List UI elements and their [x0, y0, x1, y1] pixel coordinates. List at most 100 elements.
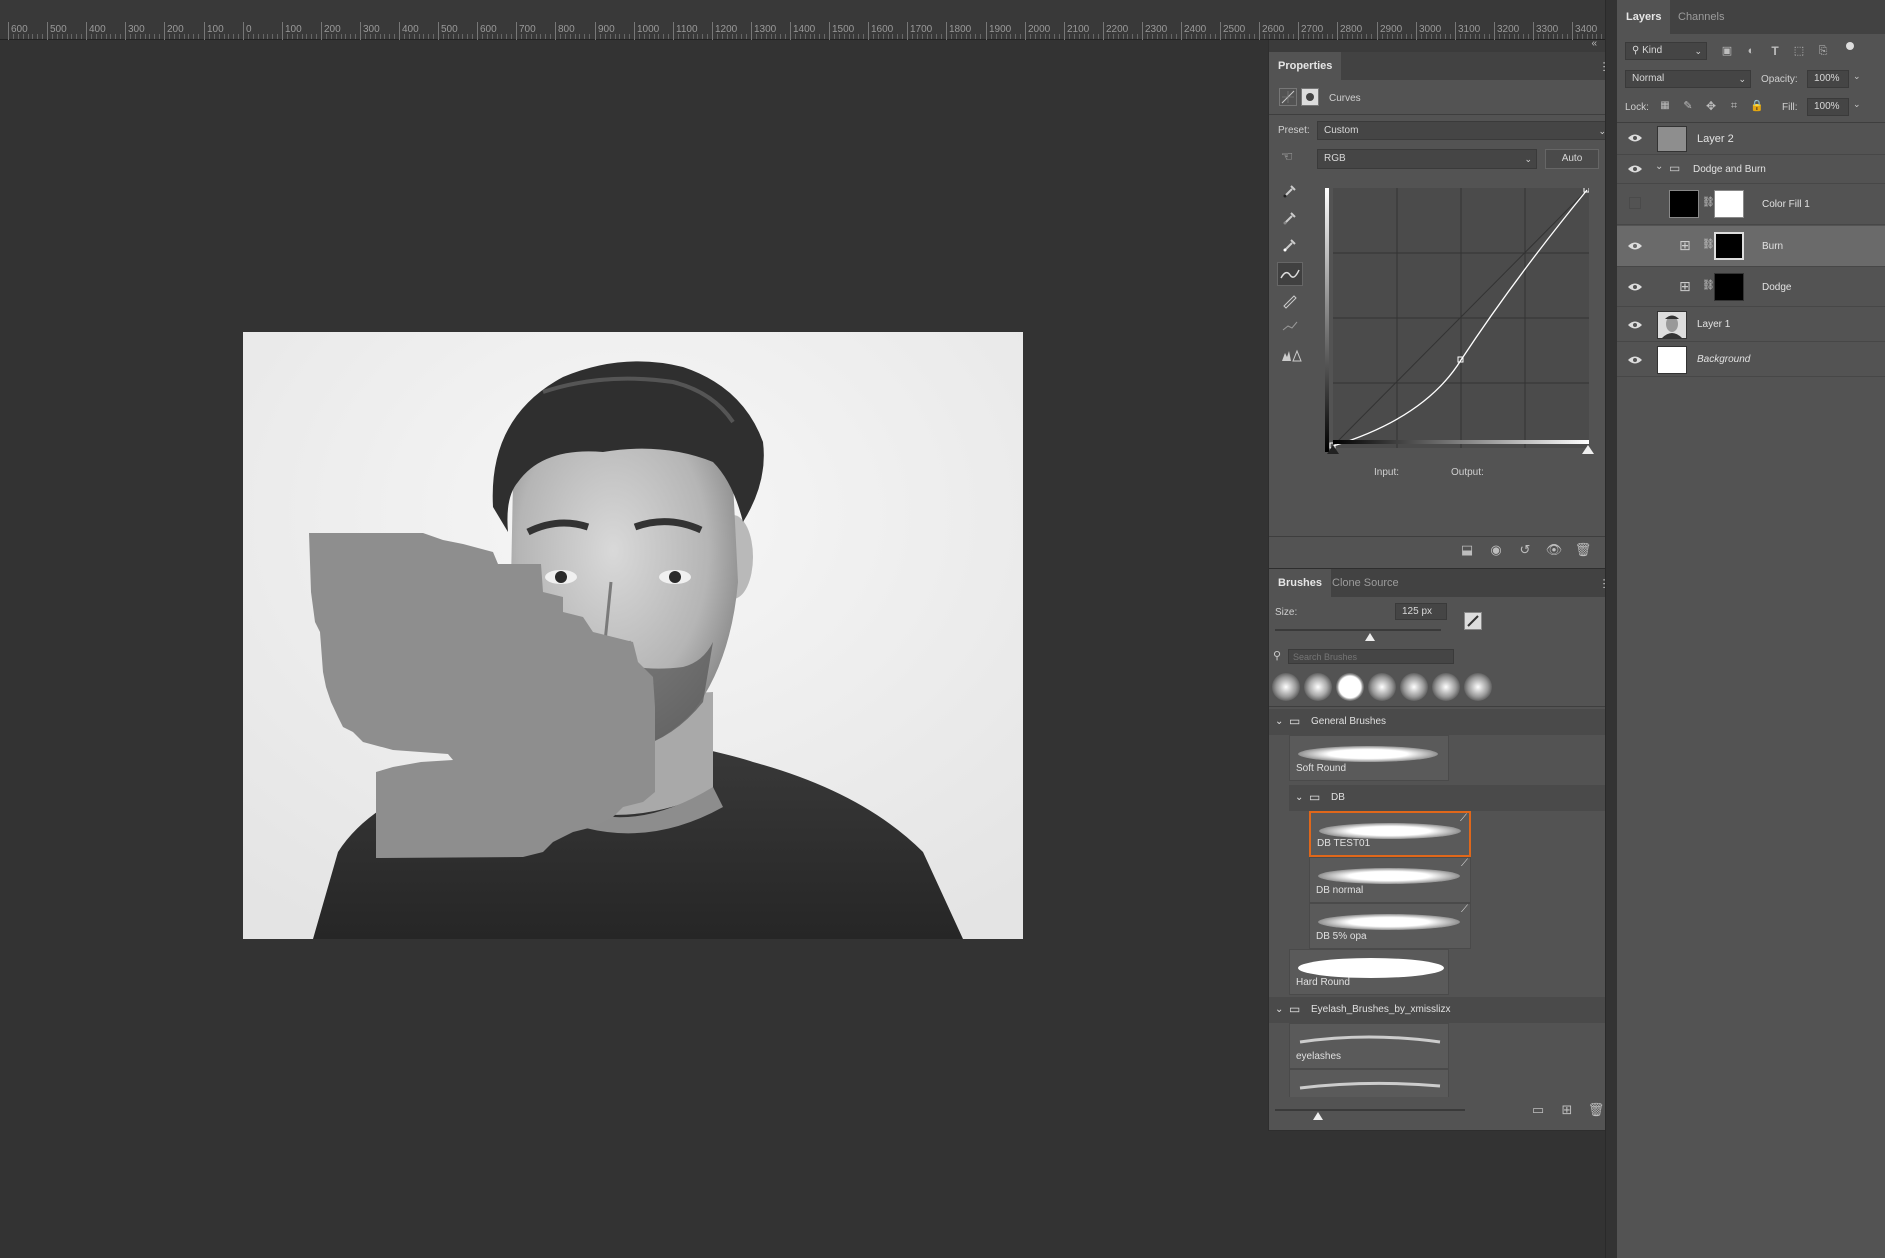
- recent-brush-tip[interactable]: [1336, 673, 1364, 701]
- reset-icon[interactable]: ↺: [1515, 540, 1535, 560]
- channel-dropdown[interactable]: RGB ⌄: [1317, 149, 1537, 169]
- brush-db-5-opa[interactable]: ⟋ DB 5% opa: [1309, 903, 1471, 949]
- eye-icon[interactable]: [1627, 132, 1643, 148]
- tab-brushes[interactable]: Brushes: [1269, 569, 1332, 597]
- eyedropper-white-icon[interactable]: [1280, 234, 1300, 254]
- fill-field[interactable]: 100%: [1807, 98, 1849, 116]
- link-icon[interactable]: ⛓: [1702, 280, 1715, 291]
- eye-icon[interactable]: [1627, 354, 1643, 370]
- chevron-down-icon[interactable]: ⌄: [1853, 71, 1861, 82]
- delete-icon[interactable]: 🗑: [1586, 1100, 1606, 1120]
- lock-position-icon[interactable]: ✥: [1701, 96, 1721, 116]
- horizontal-ruler[interactable]: 600 500 400 300 200 100 0 100 200 300 400 500 600 700…: [0, 0, 1617, 40]
- size-slider-track[interactable]: [1275, 629, 1441, 631]
- filter-pixel-icon[interactable]: ▣: [1717, 41, 1737, 61]
- brush-settings-icon[interactable]: [1464, 612, 1482, 630]
- ruler-minor-tick: [1322, 34, 1323, 39]
- brush-eyelashes[interactable]: eyelashes: [1289, 1023, 1449, 1069]
- preview-size-thumb[interactable]: [1313, 1112, 1323, 1120]
- filter-toggle-icon[interactable]: [1846, 42, 1854, 50]
- layer-row-background[interactable]: Background: [1617, 343, 1885, 377]
- size-field[interactable]: 125 px: [1395, 603, 1447, 620]
- delete-icon[interactable]: 🗑: [1573, 540, 1593, 560]
- eyedropper-black-icon[interactable]: [1280, 180, 1300, 200]
- brush-eyelash-2[interactable]: [1289, 1069, 1449, 1097]
- layer-row-dodge-and-burn[interactable]: ⌄ ▭ Dodge and Burn: [1617, 156, 1885, 184]
- preset-dropdown[interactable]: Custom ⌄: [1317, 121, 1611, 140]
- brush-group-eyelash[interactable]: ⌄ ▭ Eyelash_Brushes_by_xmisslizx: [1269, 997, 1605, 1023]
- eye-icon[interactable]: [1627, 240, 1643, 256]
- layer-row-layer-2[interactable]: Layer 2: [1617, 123, 1885, 155]
- tab-channels[interactable]: Channels: [1669, 0, 1733, 34]
- lock-artboard-icon[interactable]: ⌗: [1724, 96, 1744, 116]
- recent-brush-tip[interactable]: [1368, 673, 1396, 701]
- ruler-minor-tick: [996, 34, 997, 39]
- brush-db-test01[interactable]: ⟋ DB TEST01: [1309, 811, 1471, 857]
- preview-size-track[interactable]: [1275, 1109, 1465, 1111]
- white-point-slider[interactable]: [1582, 445, 1594, 454]
- collapse-icon[interactable]: «: [1591, 38, 1597, 49]
- lock-pixels-icon[interactable]: ✎: [1678, 96, 1698, 116]
- brush-list[interactable]: ⌄ ▭ General Brushes Soft Round ⌄ ▭ DB ⟋ …: [1269, 707, 1605, 1097]
- layer-row-dodge[interactable]: ⊞ ⛓ Dodge: [1617, 268, 1885, 307]
- filter-adjustment-icon[interactable]: ◐: [1741, 41, 1761, 61]
- ruler-minor-tick: [458, 34, 459, 39]
- filter-type-icon[interactable]: T: [1765, 41, 1785, 61]
- recent-brush-tip[interactable]: [1432, 673, 1460, 701]
- brush-hard-round[interactable]: Hard Round: [1289, 949, 1449, 995]
- curve-points-icon[interactable]: [1277, 262, 1303, 286]
- eyedropper-gray-icon[interactable]: [1280, 207, 1300, 227]
- clipping-warning-icon[interactable]: [1280, 345, 1302, 365]
- eye-icon[interactable]: [1627, 163, 1643, 179]
- opacity-field[interactable]: 100%: [1807, 70, 1849, 88]
- targeted-adjustment-icon[interactable]: ☜: [1277, 146, 1297, 166]
- tab-properties[interactable]: Properties: [1269, 52, 1342, 80]
- brush-soft-round[interactable]: Soft Round: [1289, 735, 1449, 781]
- size-slider-thumb[interactable]: [1364, 633, 1375, 641]
- ruler-minor-tick: [771, 34, 772, 39]
- visibility-icon[interactable]: 👁: [1544, 540, 1564, 560]
- link-icon[interactable]: ⛓: [1702, 239, 1715, 250]
- view-previous-state-icon[interactable]: ◉: [1486, 540, 1506, 560]
- smooth-curve-icon[interactable]: [1280, 316, 1300, 336]
- eye-icon[interactable]: [1627, 319, 1643, 335]
- lock-all-icon[interactable]: 🔒: [1747, 96, 1767, 116]
- document-canvas[interactable]: [243, 332, 1023, 939]
- folder-icon: ▭: [1309, 790, 1321, 804]
- tab-layers[interactable]: Layers: [1617, 0, 1671, 34]
- curves-graph[interactable]: [1325, 188, 1589, 453]
- filter-smart-object-icon[interactable]: ⎘: [1813, 41, 1833, 61]
- lock-transparent-icon[interactable]: ▦: [1655, 96, 1675, 116]
- adjustment-layer-icon[interactable]: [1279, 88, 1297, 106]
- new-group-icon[interactable]: ▭: [1528, 1100, 1548, 1120]
- brush-db-normal[interactable]: ⟋ DB normal: [1309, 857, 1471, 903]
- link-icon[interactable]: ⛓: [1702, 197, 1715, 208]
- mask-icon[interactable]: [1301, 88, 1319, 106]
- ruler-minor-tick: [511, 34, 512, 39]
- search-brushes-input[interactable]: [1288, 649, 1454, 664]
- ruler-minor-tick: [76, 34, 77, 39]
- recent-brush-tip[interactable]: [1272, 673, 1300, 701]
- layer-row-burn[interactable]: ⊞ ⛓ Burn: [1617, 226, 1885, 267]
- layer-row-color-fill-1[interactable]: ⛓ Color Fill 1: [1617, 185, 1885, 225]
- auto-button[interactable]: Auto: [1545, 149, 1599, 169]
- new-brush-icon[interactable]: ⊞: [1557, 1100, 1577, 1120]
- recent-brush-tip[interactable]: [1400, 673, 1428, 701]
- layer-row-layer-1[interactable]: Layer 1: [1617, 308, 1885, 342]
- blend-mode-dropdown[interactable]: Normal ⌄: [1625, 70, 1751, 88]
- visibility-off-box[interactable]: [1629, 197, 1641, 209]
- filter-shape-icon[interactable]: ⬚: [1789, 41, 1809, 61]
- eye-icon[interactable]: [1627, 281, 1643, 297]
- brush-group-db[interactable]: ⌄ ▭ DB: [1289, 785, 1605, 811]
- black-point-slider[interactable]: [1327, 445, 1339, 454]
- filter-kind-dropdown[interactable]: ⚲ Kind ⌄: [1625, 42, 1707, 60]
- brush-group-general[interactable]: ⌄ ▭ General Brushes: [1269, 709, 1605, 735]
- clip-to-layer-icon[interactable]: ⬓: [1457, 540, 1477, 560]
- panel-collapse-bar[interactable]: « ✕: [1269, 38, 1619, 52]
- recent-brush-tip[interactable]: [1304, 673, 1332, 701]
- chevron-down-icon[interactable]: ⌄: [1655, 161, 1663, 172]
- recent-brush-tip[interactable]: [1464, 673, 1492, 701]
- chevron-down-icon[interactable]: ⌄: [1853, 99, 1861, 110]
- pencil-icon[interactable]: [1280, 290, 1300, 310]
- tab-clone-source[interactable]: Clone Source: [1323, 569, 1408, 597]
